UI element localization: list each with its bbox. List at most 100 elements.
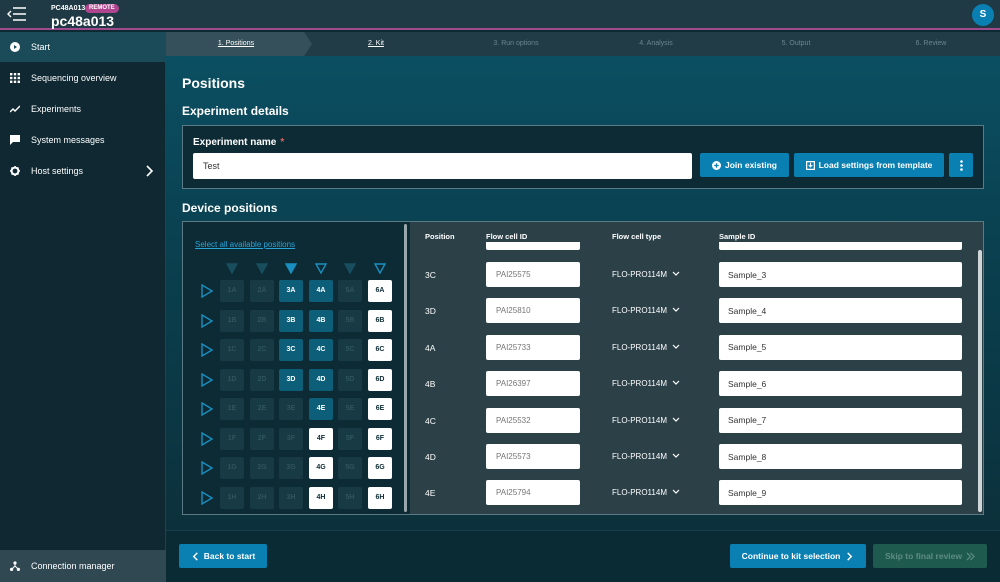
position-cell[interactable]: 5G <box>338 457 362 479</box>
position-cell[interactable]: 6E <box>368 398 392 420</box>
flow-cell-type-select[interactable]: FLO-PRO114M <box>612 488 680 497</box>
position-cell[interactable]: 5E <box>338 398 362 420</box>
position-cell[interactable]: 1A <box>220 280 244 302</box>
sidebar-item-experiments[interactable]: Experiments <box>0 94 166 124</box>
flow-cell-type-select[interactable]: FLO-PRO114M <box>612 270 680 279</box>
more-options-button[interactable] <box>949 153 973 177</box>
connection-manager[interactable]: Connection manager <box>0 550 166 582</box>
position-cell[interactable]: 1H <box>220 487 244 509</box>
position-cell[interactable]: 1E <box>220 398 244 420</box>
position-cell[interactable]: 3E <box>279 398 303 420</box>
position-cell[interactable]: 3F <box>279 428 303 450</box>
sample-id-input[interactable] <box>719 262 962 287</box>
position-cell[interactable]: 5B <box>338 310 362 332</box>
position-cell[interactable]: 4B <box>309 310 333 332</box>
flow-cell-type-select[interactable]: FLO-PRO114M <box>612 452 680 461</box>
position-cell[interactable]: 5F <box>338 428 362 450</box>
sidebar-item-start[interactable]: Start <box>0 32 166 62</box>
sidebar-item-host-settings[interactable]: Host settings <box>0 156 166 186</box>
flow-cell-id-input[interactable] <box>486 371 580 397</box>
position-cell[interactable]: 4G <box>309 457 333 479</box>
position-cell[interactable]: 3A <box>279 280 303 302</box>
sample-id-input[interactable] <box>719 444 962 469</box>
position-cell[interactable]: 2G <box>250 457 274 479</box>
column-select-triangle-icon[interactable] <box>226 263 238 274</box>
position-cell[interactable]: 2C <box>250 339 274 361</box>
row-select-play-icon[interactable] <box>200 284 214 298</box>
position-cell[interactable]: 3B <box>279 310 303 332</box>
position-cell[interactable]: 4F <box>309 428 333 450</box>
position-cell[interactable]: 4E <box>309 398 333 420</box>
position-cell[interactable]: 4D <box>309 369 333 391</box>
position-cell[interactable]: 6B <box>368 310 392 332</box>
position-cell[interactable]: 5H <box>338 487 362 509</box>
sample-id-input[interactable] <box>719 334 962 360</box>
row-select-play-icon[interactable] <box>200 373 214 387</box>
position-cell[interactable]: 2D <box>250 369 274 391</box>
menu-collapse-icon[interactable] <box>7 7 27 21</box>
position-cell[interactable]: 6D <box>368 369 392 391</box>
column-select-triangle-icon[interactable] <box>344 263 356 274</box>
continue-button[interactable]: Continue to kit selection <box>730 544 866 568</box>
row-select-play-icon[interactable] <box>200 314 214 328</box>
column-select-triangle-icon[interactable] <box>315 263 327 274</box>
position-cell[interactable]: 2E <box>250 398 274 420</box>
flow-cell-type-select[interactable]: FLO-PRO114M <box>612 379 680 388</box>
position-cell[interactable]: 3C <box>279 339 303 361</box>
column-select-triangle-icon[interactable] <box>285 263 297 274</box>
position-cell[interactable]: 2F <box>250 428 274 450</box>
position-cell[interactable]: 3H <box>279 487 303 509</box>
position-cell[interactable]: 4C <box>309 339 333 361</box>
step-kit[interactable]: 2. Kit <box>326 32 426 56</box>
row-select-play-icon[interactable] <box>200 461 214 475</box>
position-cell[interactable]: 2H <box>250 487 274 509</box>
position-cell[interactable]: 2B <box>250 310 274 332</box>
join-existing-button[interactable]: Join existing <box>700 153 789 177</box>
position-cell[interactable]: 1F <box>220 428 244 450</box>
position-cell[interactable]: 1G <box>220 457 244 479</box>
flow-cell-type-select[interactable]: FLO-PRO114M <box>612 416 680 425</box>
back-to-start-button[interactable]: Back to start <box>179 544 267 568</box>
sidebar-item-system-messages[interactable]: System messages <box>0 125 166 155</box>
sample-id-input[interactable] <box>719 407 962 433</box>
position-cell[interactable]: 3D <box>279 369 303 391</box>
row-select-play-icon[interactable] <box>200 491 214 505</box>
position-cell[interactable]: 1C <box>220 339 244 361</box>
sample-id-input[interactable] <box>719 298 962 324</box>
flow-cell-id-input[interactable] <box>486 298 580 324</box>
row-select-play-icon[interactable] <box>200 343 214 357</box>
position-cell[interactable]: 6A <box>368 280 392 302</box>
position-cell[interactable]: 1B <box>220 310 244 332</box>
position-cell[interactable]: 6G <box>368 457 392 479</box>
grid-scrollbar[interactable] <box>404 224 407 512</box>
flow-cell-id-input[interactable] <box>486 444 580 469</box>
flow-cell-id-input[interactable] <box>486 262 580 287</box>
flow-cell-id-input[interactable] <box>486 480 580 506</box>
position-cell[interactable]: 5A <box>338 280 362 302</box>
position-cell[interactable]: 1D <box>220 369 244 391</box>
step-positions[interactable]: 1. Positions <box>186 32 286 56</box>
load-template-button[interactable]: Load settings from template <box>794 153 944 177</box>
position-cell[interactable]: 3G <box>279 457 303 479</box>
table-scrollbar[interactable] <box>978 250 982 512</box>
row-select-play-icon[interactable] <box>200 402 214 416</box>
user-avatar[interactable]: S <box>972 4 994 26</box>
sample-id-input[interactable] <box>719 371 962 397</box>
column-select-triangle-icon[interactable] <box>374 263 386 274</box>
position-cell[interactable]: 4A <box>309 280 333 302</box>
flow-cell-id-input[interactable] <box>486 407 580 433</box>
sidebar-item-sequencing-overview[interactable]: Sequencing overview <box>0 63 166 93</box>
position-cell[interactable]: 5D <box>338 369 362 391</box>
select-all-positions-link[interactable]: Select all available positions <box>195 240 295 249</box>
position-cell[interactable]: 5C <box>338 339 362 361</box>
experiment-name-input[interactable] <box>193 153 692 179</box>
position-cell[interactable]: 6C <box>368 339 392 361</box>
position-cell[interactable]: 6H <box>368 487 392 509</box>
flow-cell-type-select[interactable]: FLO-PRO114M <box>612 306 680 315</box>
sample-id-input[interactable] <box>719 480 962 506</box>
row-select-play-icon[interactable] <box>200 432 214 446</box>
position-cell[interactable]: 2A <box>250 280 274 302</box>
flow-cell-id-input[interactable] <box>486 334 580 360</box>
position-cell[interactable]: 6F <box>368 428 392 450</box>
column-select-triangle-icon[interactable] <box>256 263 268 274</box>
